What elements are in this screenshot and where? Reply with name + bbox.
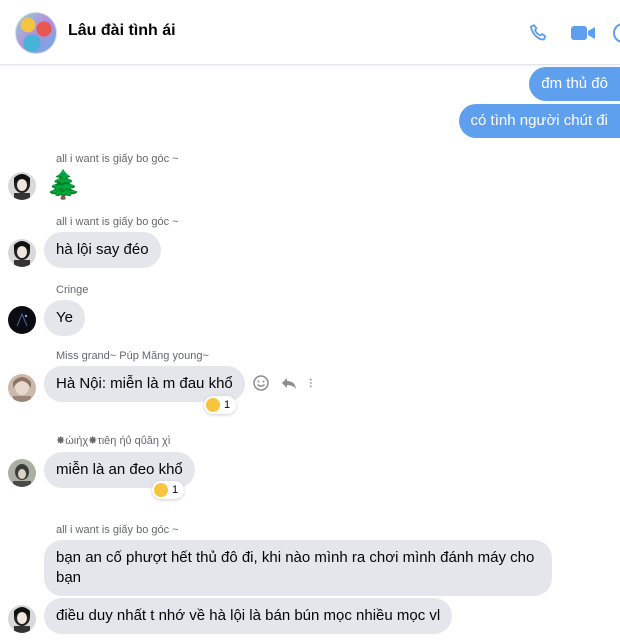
reaction-badge[interactable]: 1	[152, 481, 185, 499]
user-avatar[interactable]	[8, 374, 36, 402]
conversation-title[interactable]: Lâu đài tình ái	[68, 22, 176, 40]
reaction-emoji-icon	[154, 483, 168, 497]
incoming-message[interactable]: Ye	[44, 300, 85, 336]
message-actions	[252, 374, 318, 392]
more-options-icon[interactable]	[308, 374, 318, 392]
reaction-count: 1	[224, 399, 231, 411]
sender-name: ✸ώιήχ✸τιêη ήΰ qΰăη χὶ	[56, 435, 171, 447]
more-icon[interactable]	[612, 22, 620, 44]
sender-name: Cringe	[56, 284, 89, 296]
user-avatar[interactable]	[8, 306, 36, 334]
incoming-message[interactable]: điều duy nhất t nhớ về hà lội là bán bún…	[44, 598, 453, 634]
sender-name: all i want is giấy bo góc ~	[56, 524, 179, 536]
reaction-badge[interactable]: 1	[204, 396, 237, 414]
chat-header: Lâu đài tình ái	[0, 0, 620, 65]
reply-icon[interactable]	[280, 374, 298, 392]
incoming-message[interactable]: hà lội say đéo	[44, 232, 161, 268]
sender-name: all i want is giấy bo góc ~	[56, 216, 179, 228]
sender-name: Miss grand~ Púp Măng young~	[56, 350, 209, 362]
user-avatar[interactable]	[8, 605, 36, 633]
react-icon[interactable]	[252, 374, 270, 392]
user-avatar[interactable]	[8, 239, 36, 267]
reaction-count: 1	[172, 484, 179, 496]
tree-emoji-message[interactable]: 🌲	[46, 168, 81, 201]
incoming-message[interactable]: bạn an cố phượt hết thủ đô đi, khi nào m…	[44, 540, 552, 596]
phone-icon[interactable]	[528, 22, 550, 44]
sender-name: all i want is giấy bo góc ~	[56, 153, 179, 165]
user-avatar[interactable]	[8, 459, 36, 487]
user-avatar[interactable]	[8, 172, 36, 200]
outgoing-message[interactable]: có tình người chút đi	[458, 104, 620, 138]
outgoing-message[interactable]: đm thủ đô	[529, 67, 620, 101]
group-avatar[interactable]	[15, 12, 57, 54]
video-icon[interactable]	[570, 22, 596, 44]
reaction-emoji-icon	[206, 398, 220, 412]
